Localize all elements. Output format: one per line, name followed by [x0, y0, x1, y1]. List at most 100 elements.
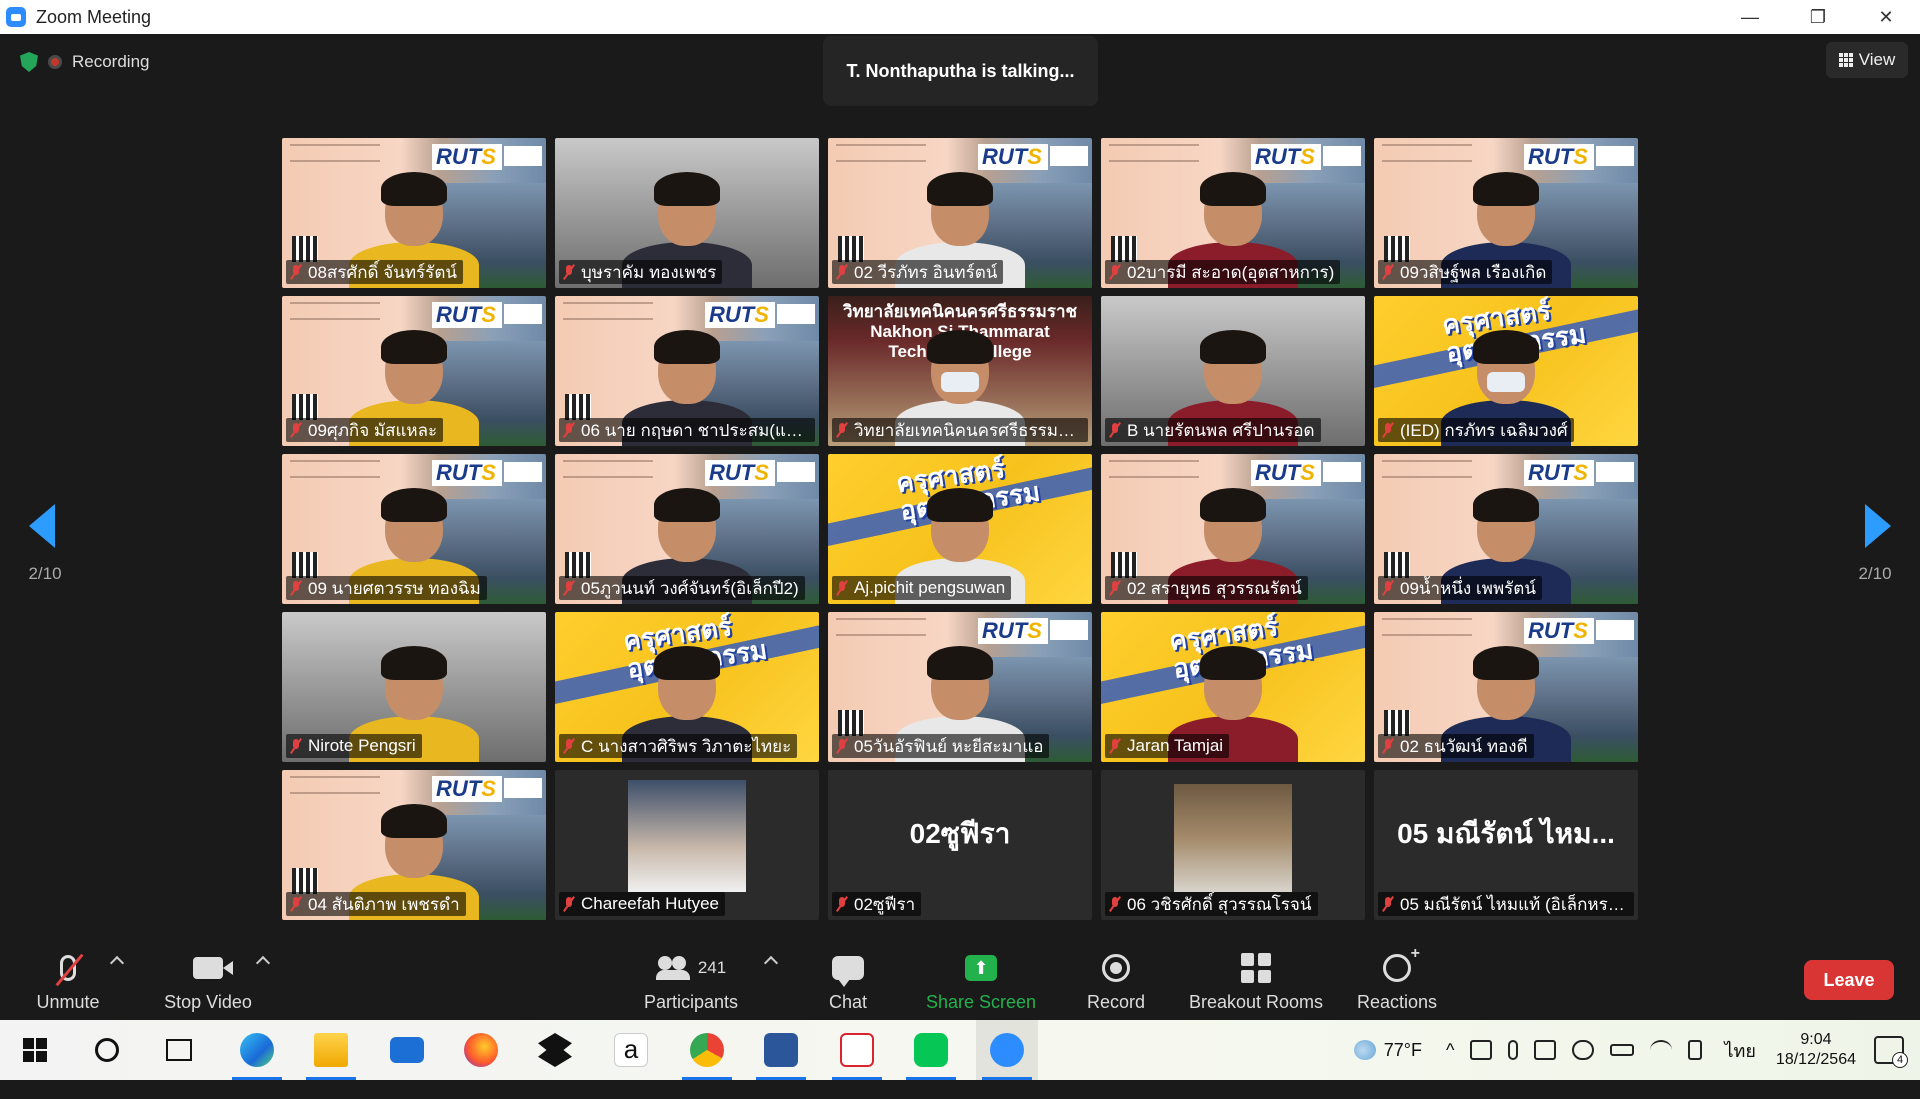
clock-date: 18/12/2564 [1775, 1051, 1856, 1068]
video-tile[interactable]: 06 วชิรศักดิ์ สุวรรณโรจน์ [1101, 770, 1365, 920]
video-tile[interactable]: Chareefah Hutyee [555, 770, 819, 920]
video-tile[interactable]: RUTS 02 วีรภัทร อินทร์ตน์ [828, 138, 1092, 288]
taskbar-dropbox[interactable] [524, 1020, 586, 1080]
video-tile[interactable]: Nirote Pengsri [282, 612, 546, 762]
unmute-button[interactable]: Unmute [28, 948, 108, 1013]
video-tile[interactable]: RUTS 06 นาย กฤษดา ชาประสม(แม... [555, 296, 819, 446]
video-tile[interactable]: วิทยาลัยเทคนิคนครศรีธรรมราช Nakhon Si Th… [828, 296, 1092, 446]
video-tile[interactable]: RUTS 02 สรายุทธ สุวรรณรัตน์ [1101, 454, 1365, 604]
reactions-button[interactable]: Reactions [1348, 945, 1446, 1013]
video-tile[interactable]: RUTS 09 นายศตวรรษ ทองฉิม [282, 454, 546, 604]
taskbar-edge[interactable] [226, 1020, 288, 1080]
video-tile[interactable]: ครุศาสตร์ อุตสาหกรรมC นางสาวศิริพร วิภาต… [555, 612, 819, 762]
leave-button[interactable]: Leave [1804, 960, 1894, 1000]
background-caption [290, 302, 380, 320]
participant-name: 09น้ำหนึ่ง เพพรัตน์ [1400, 578, 1536, 598]
participant-nameplate: 04 สันติภาพ เพชรดำ [286, 892, 466, 916]
recording-indicator[interactable]: Recording [20, 52, 150, 72]
video-tile[interactable]: ครุศาสตร์ อุตสาหกรรมAj.pichit pengsuwan [828, 454, 1092, 604]
rut-side-logo [1323, 462, 1361, 482]
clock[interactable]: 9:04 18/12/2564 [1776, 1030, 1856, 1070]
participants-button[interactable]: 241 Participants [636, 948, 746, 1013]
weather-temp[interactable]: 77°F [1384, 1040, 1422, 1061]
volume-icon[interactable] [1688, 1040, 1703, 1060]
taskbar-amazon[interactable]: a [600, 1020, 662, 1080]
video-tile[interactable]: ครุศาสตร์ อุตสาหกรรม(IED) กรภัทร เฉลิมวง… [1374, 296, 1638, 446]
chat-button[interactable]: Chat [818, 948, 878, 1013]
search-button[interactable] [76, 1020, 138, 1080]
rut-side-logo [504, 146, 542, 166]
taskbar-line[interactable] [900, 1020, 962, 1080]
background-caption [563, 302, 653, 320]
participant-nameplate: 06 นาย กฤษดา ชาประสม(แม... [559, 418, 815, 442]
mic-muted-icon [290, 896, 302, 912]
previous-page-nav[interactable]: 2/10 [5, 504, 85, 584]
taskbar-firefox[interactable] [450, 1020, 512, 1080]
breakout-rooms-button[interactable]: Breakout Rooms [1180, 948, 1332, 1013]
video-tile[interactable]: B นายรัตนพล ศรีปานรอด [1101, 296, 1365, 446]
taskbar-acrobat[interactable] [826, 1020, 888, 1080]
meet-now-icon[interactable] [1470, 1040, 1493, 1060]
participants-count: 241 [697, 958, 727, 977]
video-tile[interactable]: RUTS 05ภูวนนท์ วงศ์จันทร์(อิเล็กปี2) [555, 454, 819, 604]
view-button[interactable]: View [1826, 42, 1908, 78]
background-caption [290, 144, 380, 162]
rut-side-logo [1596, 146, 1634, 166]
amazon-icon: a [614, 1033, 648, 1067]
weather-icon[interactable] [1353, 1040, 1376, 1060]
rut-side-logo [504, 778, 542, 798]
stop-video-label: Stop Video [164, 992, 252, 1012]
video-tile[interactable]: 05 มณีรัตน์ ไหม... 05 มณีรัตน์ ไหมแท้ (อิ… [1374, 770, 1638, 920]
microphone-icon[interactable] [1508, 1040, 1519, 1060]
battery-icon[interactable] [1610, 1044, 1635, 1056]
video-tile[interactable]: RUTS 08สรศักดิ์ จันทร์รัตน์ [282, 138, 546, 288]
video-tile[interactable]: RUTS 09ศุภกิจ มัสแหละ [282, 296, 546, 446]
participants-caret-icon[interactable] [763, 955, 779, 971]
video-tile[interactable]: RUTS 09วสิษฐ์พล เรืองเกิด [1374, 138, 1638, 288]
video-tile[interactable]: ครุศาสตร์ อุตสาหกรรมJaran Tamjai [1101, 612, 1365, 762]
taskbar-mail[interactable] [376, 1020, 438, 1080]
participant-name: 06 นาย กฤษดา ชาประสม(แม... [581, 420, 809, 440]
start-button[interactable] [4, 1020, 66, 1080]
onedrive-icon[interactable] [1572, 1040, 1595, 1060]
record-button[interactable]: Record [1076, 948, 1156, 1013]
rut-side-logo [1050, 620, 1088, 640]
rut-side-logo [777, 304, 815, 324]
stop-video-button[interactable]: Stop Video [156, 948, 260, 1013]
recording-dot-icon [48, 55, 62, 69]
video-tile[interactable]: RUTS 09น้ำหนึ่ง เพพรัตน์ [1374, 454, 1638, 604]
next-page-nav[interactable]: 2/10 [1835, 504, 1915, 584]
audio-options-caret-icon[interactable] [109, 955, 125, 971]
taskbar-chrome[interactable] [676, 1020, 738, 1080]
task-view-button[interactable] [148, 1020, 210, 1080]
taskbar-zoom[interactable] [976, 1020, 1038, 1080]
video-tile[interactable]: บุษราคัม ทองเพชร [555, 138, 819, 288]
restore-button[interactable]: ❐ [1784, 0, 1852, 34]
arrow-left-icon[interactable] [29, 504, 55, 548]
mic-muted-icon [1109, 422, 1121, 438]
rut-side-logo [504, 462, 542, 482]
notification-center-icon[interactable]: 4 [1874, 1036, 1908, 1068]
show-hidden-icons-icon[interactable]: ^ [1446, 1040, 1454, 1061]
video-tile[interactable]: RUTS 02 ธนวัฒน์ ทองดี [1374, 612, 1638, 762]
taskbar-word[interactable] [750, 1020, 812, 1080]
video-tile[interactable]: 02ซูฟีรา 02ซูฟีรา [828, 770, 1092, 920]
taskbar-file-explorer[interactable] [300, 1020, 362, 1080]
close-button[interactable]: ✕ [1852, 0, 1920, 34]
rut-logo: RUTS [432, 460, 502, 486]
rut-logo: RUTS [432, 302, 502, 328]
share-screen-button[interactable]: Share Screen [920, 948, 1042, 1013]
active-speaker-banner: T. Nonthaputha is talking... [823, 36, 1098, 106]
arrow-right-icon[interactable] [1865, 504, 1891, 548]
display-icon[interactable] [1534, 1040, 1557, 1060]
input-language[interactable]: ไทย [1724, 1036, 1755, 1065]
minimize-button[interactable]: — [1716, 0, 1784, 34]
rut-logo: RUTS [1524, 460, 1594, 486]
video-tile[interactable]: RUTS 05วันอัรฟินย์ หะยีสะมาแอ [828, 612, 1092, 762]
unmute-label: Unmute [36, 992, 100, 1012]
rut-logo: RUTS [1524, 144, 1594, 170]
video-tile[interactable]: RUTS 02บารมี สะอาด(อุตสาหการ) [1101, 138, 1365, 288]
background-caption [1382, 460, 1472, 478]
video-tile[interactable]: RUTS 04 สันติภาพ เพชรดำ [282, 770, 546, 920]
wifi-icon[interactable] [1650, 1040, 1673, 1060]
